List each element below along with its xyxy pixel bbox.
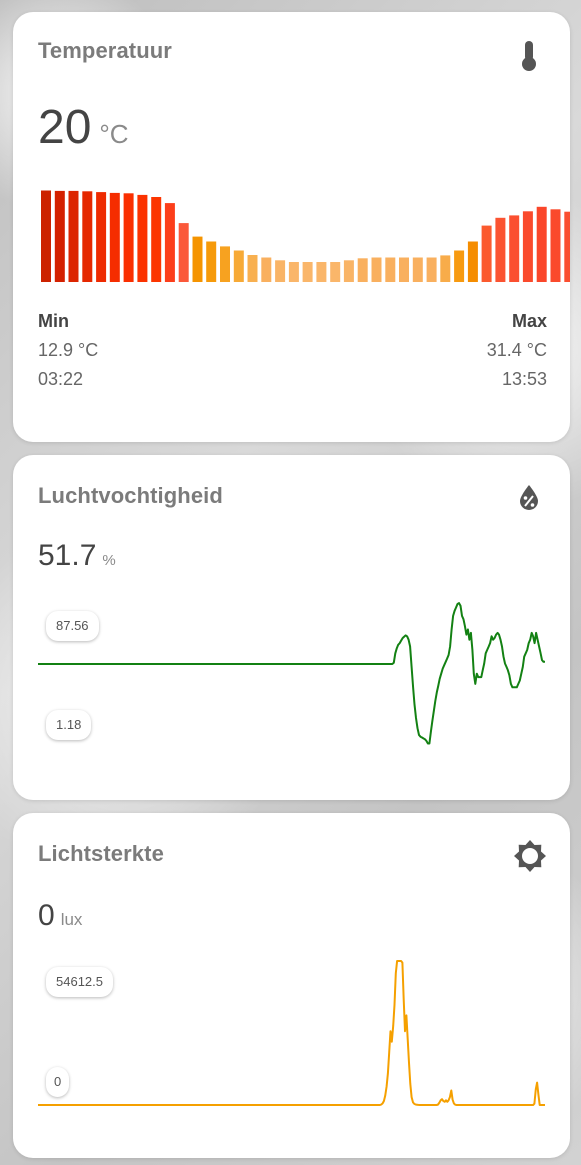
temperature-bar <box>302 262 313 282</box>
min-value: 12.9 °C <box>38 340 99 360</box>
temperature-bar <box>357 258 368 282</box>
temperature-bar <box>440 255 451 282</box>
temperature-bar <box>96 192 107 282</box>
temperature-bar <box>522 211 533 282</box>
temperature-bar <box>233 250 244 282</box>
max-value: 31.4 °C <box>486 340 547 360</box>
min-badge: 0 <box>46 1067 70 1097</box>
humidity-card[interactable]: Luchtvochtigheid 51.7% 87.56 1.18 <box>13 455 570 800</box>
temperature-bar <box>330 262 341 282</box>
min-time: 03:22 <box>38 369 84 389</box>
temperature-bar <box>495 217 506 282</box>
temperature-bar <box>454 250 465 282</box>
temperature-bar <box>220 246 230 282</box>
temperature-bar <box>68 190 79 282</box>
temperature-bar <box>41 190 51 282</box>
temperature-bar <box>164 203 175 282</box>
min-label: Min <box>38 311 69 331</box>
temperature-bar <box>54 190 65 282</box>
humidity-history-line <box>38 602 545 745</box>
min-badge: 1.18 <box>46 710 92 740</box>
temperature-bar <box>550 209 561 282</box>
temperature-bar <box>343 260 354 282</box>
temperature-bar <box>206 241 217 282</box>
max-label: Max <box>511 311 547 331</box>
temperature-bar <box>385 257 396 282</box>
temperature-bar <box>412 257 423 282</box>
max-block: Max 31.4 °C 13:53 <box>487 307 547 394</box>
temperature-bar <box>316 262 327 282</box>
temperature-bar <box>481 225 492 282</box>
temperature-bar <box>399 257 409 282</box>
temperature-bar <box>192 236 203 282</box>
temperature-bar <box>467 241 478 282</box>
temperature-bar <box>178 223 189 282</box>
temperature-bar <box>288 262 299 282</box>
max-badge: 54612.5 <box>46 967 113 997</box>
light-card[interactable]: Lichtsterkte 0 lux 54612.5 0 <box>13 813 570 1158</box>
light-history-line <box>38 960 545 1106</box>
temperature-bar <box>123 193 134 282</box>
temperature-bar <box>509 215 520 282</box>
temperature-bar <box>109 192 120 282</box>
temperature-bar <box>564 211 570 282</box>
min-block: Min 12.9 °C 03:22 <box>38 307 98 394</box>
max-badge: 87.56 <box>46 611 99 641</box>
temperature-bar <box>137 194 148 282</box>
temperature-bar <box>247 255 258 282</box>
temperature-bar <box>82 191 93 282</box>
temperature-card[interactable]: Temperatuur 20 °C Min 12.9 °C 03:22 Max 3… <box>13 12 570 442</box>
temperature-bar <box>536 206 547 282</box>
max-time: 13:53 <box>501 369 547 389</box>
temperature-bar <box>371 257 382 282</box>
temperature-bar <box>275 260 286 282</box>
temperature-bar <box>151 197 162 282</box>
temperature-bar <box>261 257 272 282</box>
temperature-bar <box>426 257 437 282</box>
